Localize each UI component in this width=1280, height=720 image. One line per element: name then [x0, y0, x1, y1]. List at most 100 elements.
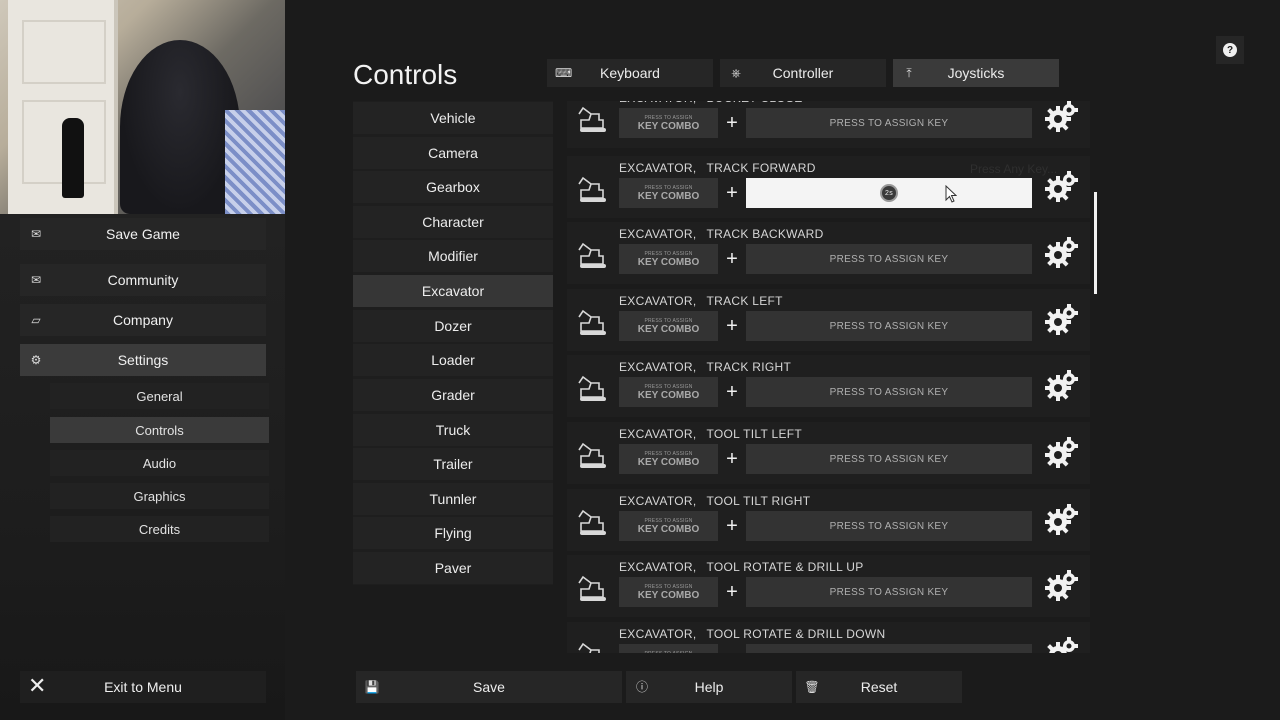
- assign-key-label: PRESS TO ASSIGN KEY: [829, 520, 949, 532]
- settings-controls[interactable]: Controls: [50, 417, 269, 443]
- assign-key-button[interactable]: PRESS TO ASSIGN KEY: [746, 244, 1032, 274]
- settings-credits[interactable]: Credits: [50, 516, 269, 542]
- category-label: Dozer: [434, 318, 472, 334]
- combo-label: KEY COMBO: [637, 323, 700, 335]
- category-tunnler[interactable]: Tunnler: [353, 483, 553, 515]
- info-icon: ⓘ: [635, 680, 648, 694]
- excavator-icon: [577, 106, 611, 134]
- settings-graphics[interactable]: Graphics: [50, 483, 269, 509]
- settings-audio-label: Audio: [142, 455, 177, 471]
- assign-key-button[interactable]: PRESS TO ASSIGN KEY: [746, 644, 1032, 653]
- help-corner-button[interactable]: ?: [1216, 36, 1244, 64]
- category-trailer[interactable]: Trailer: [353, 448, 553, 480]
- scrollbar-track[interactable]: [1094, 101, 1097, 653]
- category-label: Trailer: [433, 456, 473, 472]
- category-flying[interactable]: Flying: [353, 517, 553, 549]
- category-gearbox[interactable]: Gearbox: [353, 171, 553, 203]
- binding-settings-gear-icon[interactable]: [1045, 436, 1079, 470]
- binding-settings-gear-icon[interactable]: [1045, 503, 1079, 537]
- key-combo-button[interactable]: PRESS TO ASSIGNKEY COMBO: [619, 244, 718, 274]
- assign-key-button[interactable]: PRESS TO ASSIGN KEY: [746, 377, 1032, 407]
- scrollbar-thumb[interactable]: [1094, 192, 1097, 294]
- assign-key-button[interactable]: PRESS TO ASSIGN KEY: [746, 511, 1032, 541]
- reset-label: Reset: [860, 679, 898, 695]
- settings-audio[interactable]: Audio: [50, 450, 269, 476]
- tab-controller[interactable]: ⎈ Controller: [720, 59, 886, 87]
- key-combo-button[interactable]: PRESS TO ASSIGNKEY COMBO: [619, 108, 718, 138]
- binding-settings-gear-icon[interactable]: [1045, 369, 1079, 403]
- save-button[interactable]: 💾 Save: [356, 671, 622, 703]
- combo-label: KEY COMBO: [637, 120, 700, 132]
- floppy-disk-icon: 💾: [364, 680, 380, 694]
- assign-key-button[interactable]: PRESS TO ASSIGN KEY: [746, 577, 1032, 607]
- category-dozer[interactable]: Dozer: [353, 310, 553, 342]
- category-label: Flying: [434, 525, 472, 541]
- binding-row: EXCAVATOR, TOOL TILT LEFT PRESS TO ASSIGN K…: [567, 422, 1090, 484]
- category-label: Character: [422, 214, 484, 230]
- plus-icon: +: [726, 514, 738, 537]
- plus-icon: +: [724, 644, 740, 654]
- binding-group: EXCAVATOR,: [619, 427, 697, 441]
- category-excavator[interactable]: Excavator: [353, 275, 553, 307]
- assign-key-button[interactable]: PRESS TO ASSIGN KEY: [746, 108, 1032, 138]
- binding-list: EXCAVATOR,BUCKET CLOSEPRESS TO ASSIGNKEY…: [567, 101, 1090, 653]
- binding-settings-gear-icon[interactable]: [1045, 101, 1079, 134]
- assign-key-label: PRESS TO ASSIGN KEY: [829, 253, 949, 265]
- combo-label: KEY COMBO: [637, 589, 700, 601]
- binding-group: EXCAVATOR,: [619, 360, 697, 374]
- joystick-icon: ⤒: [906, 66, 912, 80]
- save-label: Save: [473, 679, 505, 695]
- tab-joysticks[interactable]: ⤒ Joysticks: [893, 59, 1059, 87]
- category-camera[interactable]: Camera: [353, 137, 553, 169]
- binding-settings-gear-icon[interactable]: [1045, 170, 1079, 204]
- binding-row: EXCAVATOR, TRACK RIGHT PRESS TO ASSIGN KEY …: [567, 355, 1090, 417]
- assign-key-label: PRESS TO ASSIGN KEY: [829, 586, 949, 598]
- excavator-icon: [577, 642, 611, 653]
- binding-group: EXCAVATOR,: [619, 494, 697, 508]
- community-button[interactable]: ✉ Community: [20, 264, 266, 296]
- category-grader[interactable]: Grader: [353, 379, 553, 411]
- save-game-label: Save Game: [106, 226, 180, 242]
- settings-general-label: General: [136, 388, 183, 404]
- binding-settings-gear-icon[interactable]: [1045, 636, 1079, 653]
- settings-button[interactable]: ⚙ Settings: [20, 344, 266, 376]
- excavator-icon: [577, 575, 611, 603]
- key-combo-button[interactable]: PRESS TO ASSIGNKEY COMBO: [619, 644, 718, 653]
- excavator-icon: [577, 375, 611, 403]
- category-character[interactable]: Character: [353, 206, 553, 238]
- binding-settings-gear-icon[interactable]: [1045, 236, 1079, 270]
- binding-settings-gear-icon[interactable]: [1045, 303, 1079, 337]
- settings-general[interactable]: General: [50, 383, 269, 409]
- key-combo-button[interactable]: PRESS TO ASSIGNKEY COMBO: [619, 511, 718, 541]
- category-label: Modifier: [428, 248, 478, 264]
- key-combo-button[interactable]: PRESS TO ASSIGNKEY COMBO: [619, 444, 718, 474]
- key-combo-button[interactable]: PRESS TO ASSIGNKEY COMBO: [619, 178, 718, 208]
- binding-title: EXCAVATOR, TRACK LEFT: [619, 294, 783, 308]
- assign-key-button[interactable]: PRESS TO ASSIGN KEY: [746, 444, 1032, 474]
- combo-label: KEY COMBO: [637, 256, 700, 268]
- category-paver[interactable]: Paver: [353, 552, 553, 584]
- binding-group: EXCAVATOR,: [619, 560, 697, 574]
- help-button[interactable]: ⓘ Help: [626, 671, 792, 703]
- category-vehicle[interactable]: Vehicle: [353, 102, 553, 134]
- category-modifier[interactable]: Modifier: [353, 240, 553, 272]
- assign-key-button[interactable]: 2s: [746, 178, 1032, 208]
- category-label: Camera: [428, 145, 478, 161]
- category-loader[interactable]: Loader: [353, 344, 553, 376]
- webcam-overlay: [0, 0, 285, 214]
- assign-key-button[interactable]: PRESS TO ASSIGN KEY: [746, 311, 1032, 341]
- binding-settings-gear-icon[interactable]: [1045, 569, 1079, 603]
- binding-group: EXCAVATOR,: [619, 161, 697, 175]
- envelope-icon: ✉: [30, 273, 42, 287]
- listening-spinner-icon: 2s: [880, 184, 898, 202]
- envelope-icon: ✉: [30, 227, 42, 241]
- exit-to-menu-button[interactable]: ✕ Exit to Menu: [20, 671, 266, 703]
- key-combo-button[interactable]: PRESS TO ASSIGNKEY COMBO: [619, 377, 718, 407]
- tab-keyboard[interactable]: ⌨ Keyboard: [547, 59, 713, 87]
- company-button[interactable]: ▱ Company: [20, 304, 266, 336]
- category-truck[interactable]: Truck: [353, 414, 553, 446]
- save-game-button[interactable]: ✉ Save Game: [20, 218, 266, 250]
- key-combo-button[interactable]: PRESS TO ASSIGNKEY COMBO: [619, 577, 718, 607]
- reset-button[interactable]: 🗑 Reset: [796, 671, 962, 703]
- key-combo-button[interactable]: PRESS TO ASSIGNKEY COMBO: [619, 311, 718, 341]
